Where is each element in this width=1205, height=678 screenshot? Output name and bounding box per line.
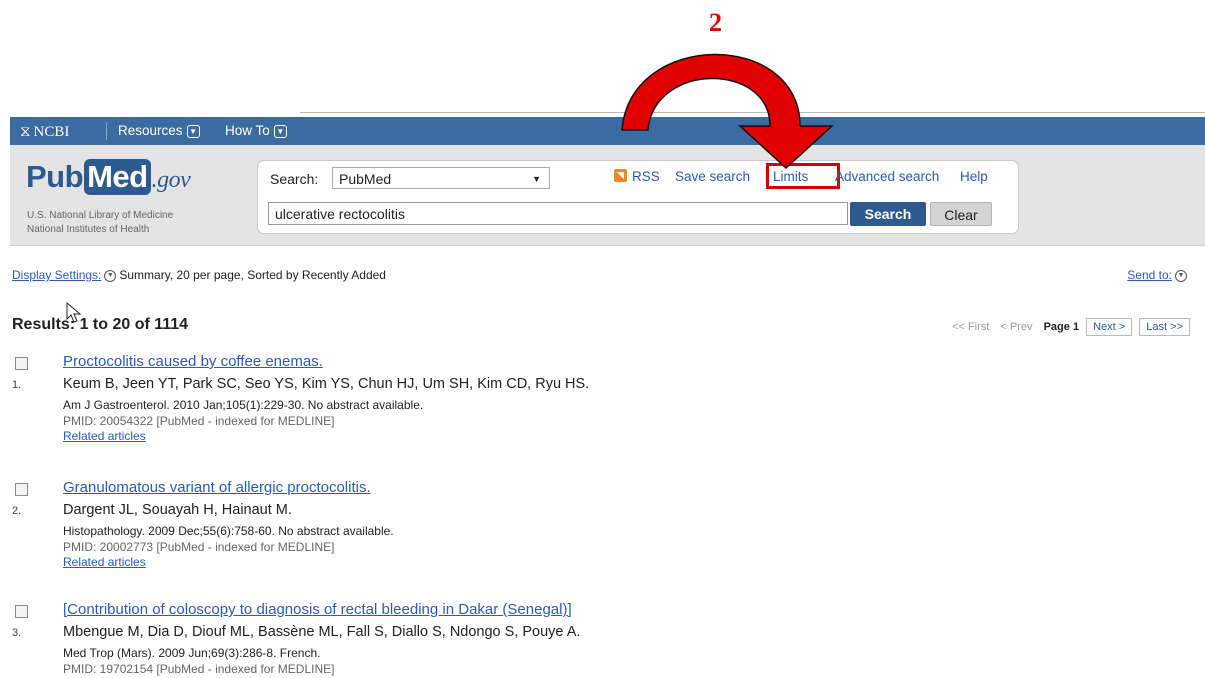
pager-first[interactable]: << First	[952, 321, 989, 333]
nav-resources-label: Resources	[118, 123, 183, 138]
display-settings: Display Settings: ▼ Summary, 20 per page, …	[12, 268, 386, 282]
results-title: Results: 1 to 20 of 1114	[12, 316, 189, 333]
select-checkbox[interactable]	[15, 357, 28, 370]
nav-how-to[interactable]: How To ▼	[225, 123, 287, 138]
send-to-label: Send to:	[1127, 268, 1172, 282]
nav-resources[interactable]: Resources ▼	[118, 123, 200, 138]
nih-line: National Institutes of Health	[27, 224, 150, 235]
select-checkbox[interactable]	[15, 483, 28, 496]
result-title-link[interactable]: Proctocolitis caused by coffee enemas.	[63, 353, 323, 370]
dropdown-caret-icon: ▼	[532, 174, 541, 184]
advanced-search-link[interactable]: Advanced search	[835, 169, 939, 184]
logo-med: Med	[84, 159, 151, 195]
pubmed-header: Pub Med .gov U.S. National Library of Medi…	[10, 145, 1205, 246]
result-journal: Med Trop (Mars). 2009 Jun;69(3):286-8. F…	[63, 646, 321, 660]
result-journal: Am J Gastroenterol. 2010 Jan;105(1):229-…	[63, 398, 424, 412]
display-settings-link[interactable]: Display Settings:	[12, 268, 101, 282]
logo-gov: .gov	[151, 167, 191, 193]
result-title-link[interactable]: Granulomatous variant of allergic procto…	[63, 479, 371, 496]
pager: << First < Prev Page 1 Next > Last >>	[944, 318, 1190, 336]
save-search-link[interactable]: Save search	[675, 169, 750, 184]
result-title-link[interactable]: [Contribution of coloscopy to diagnosis …	[63, 601, 572, 618]
limits-highlight-box	[766, 163, 840, 189]
chevron-down-icon: ▼	[273, 124, 287, 138]
select-checkbox[interactable]	[15, 605, 28, 618]
search-label: Search:	[270, 171, 319, 187]
result-pmid: PMID: 20054322 [PubMed - indexed for MED…	[63, 414, 335, 428]
pager-prev[interactable]: < Prev	[1000, 321, 1032, 333]
ncbi-helix-icon: ⧖	[20, 122, 31, 140]
pager-current-page: Page 1	[1043, 321, 1080, 333]
pager-next-button[interactable]: Next >	[1086, 318, 1133, 336]
pubmed-logo[interactable]: Pub Med .gov	[26, 159, 191, 195]
chevron-down-icon[interactable]: ▼	[104, 269, 117, 282]
ncbi-logo[interactable]: ⧖ NCBI	[20, 122, 69, 141]
nlm-line: U.S. National Library of Medicine	[27, 210, 174, 221]
mouse-cursor-icon	[66, 302, 82, 323]
pager-last-button[interactable]: Last >>	[1139, 318, 1190, 336]
database-select-value: PubMed	[339, 171, 392, 187]
search-button[interactable]: Search	[850, 202, 926, 226]
result-pmid: PMID: 19702154 [PubMed - indexed for MED…	[63, 662, 335, 676]
clear-button[interactable]: Clear	[930, 202, 992, 226]
top-divider	[300, 112, 1205, 113]
display-settings-value: Summary, 20 per page, Sorted by Recently…	[119, 268, 386, 282]
rss-link[interactable]: RSS	[632, 169, 660, 184]
result-number: 1.	[12, 379, 22, 391]
annotation-step-number: 2	[709, 8, 722, 37]
ncbi-logo-text: NCBI	[33, 124, 70, 140]
search-input[interactable]	[268, 202, 848, 225]
logo-pub: Pub	[26, 159, 84, 194]
result-pmid: PMID: 20002773 [PubMed - indexed for MED…	[63, 540, 335, 554]
result-number: 3.	[12, 627, 22, 639]
ncbi-bar: ⧖ NCBI Resources ▼ How To ▼	[10, 117, 1205, 145]
nav-how-to-label: How To	[225, 123, 270, 138]
rss-icon[interactable]: ◥	[614, 169, 627, 182]
result-number: 2.	[12, 505, 22, 517]
chevron-down-icon: ▼	[1175, 269, 1187, 282]
result-authors: Keum B, Jeen YT, Park SC, Seo YS, Kim YS…	[63, 376, 590, 392]
result-journal: Histopathology. 2009 Dec;55(6):758-60. N…	[63, 524, 394, 538]
related-articles-link[interactable]: Related articles	[63, 555, 146, 569]
related-articles-link[interactable]: Related articles	[63, 429, 146, 443]
chevron-down-icon: ▼	[186, 124, 200, 138]
help-link[interactable]: Help	[960, 169, 988, 184]
ncbi-separator	[106, 122, 107, 140]
result-authors: Mbengue M, Dia D, Diouf ML, Bassène ML, …	[63, 624, 581, 640]
send-to-link[interactable]: Send to: ▼	[1127, 268, 1190, 282]
result-authors: Dargent JL, Souayah H, Hainaut M.	[63, 502, 292, 518]
database-select[interactable]: PubMed ▼	[332, 167, 550, 189]
